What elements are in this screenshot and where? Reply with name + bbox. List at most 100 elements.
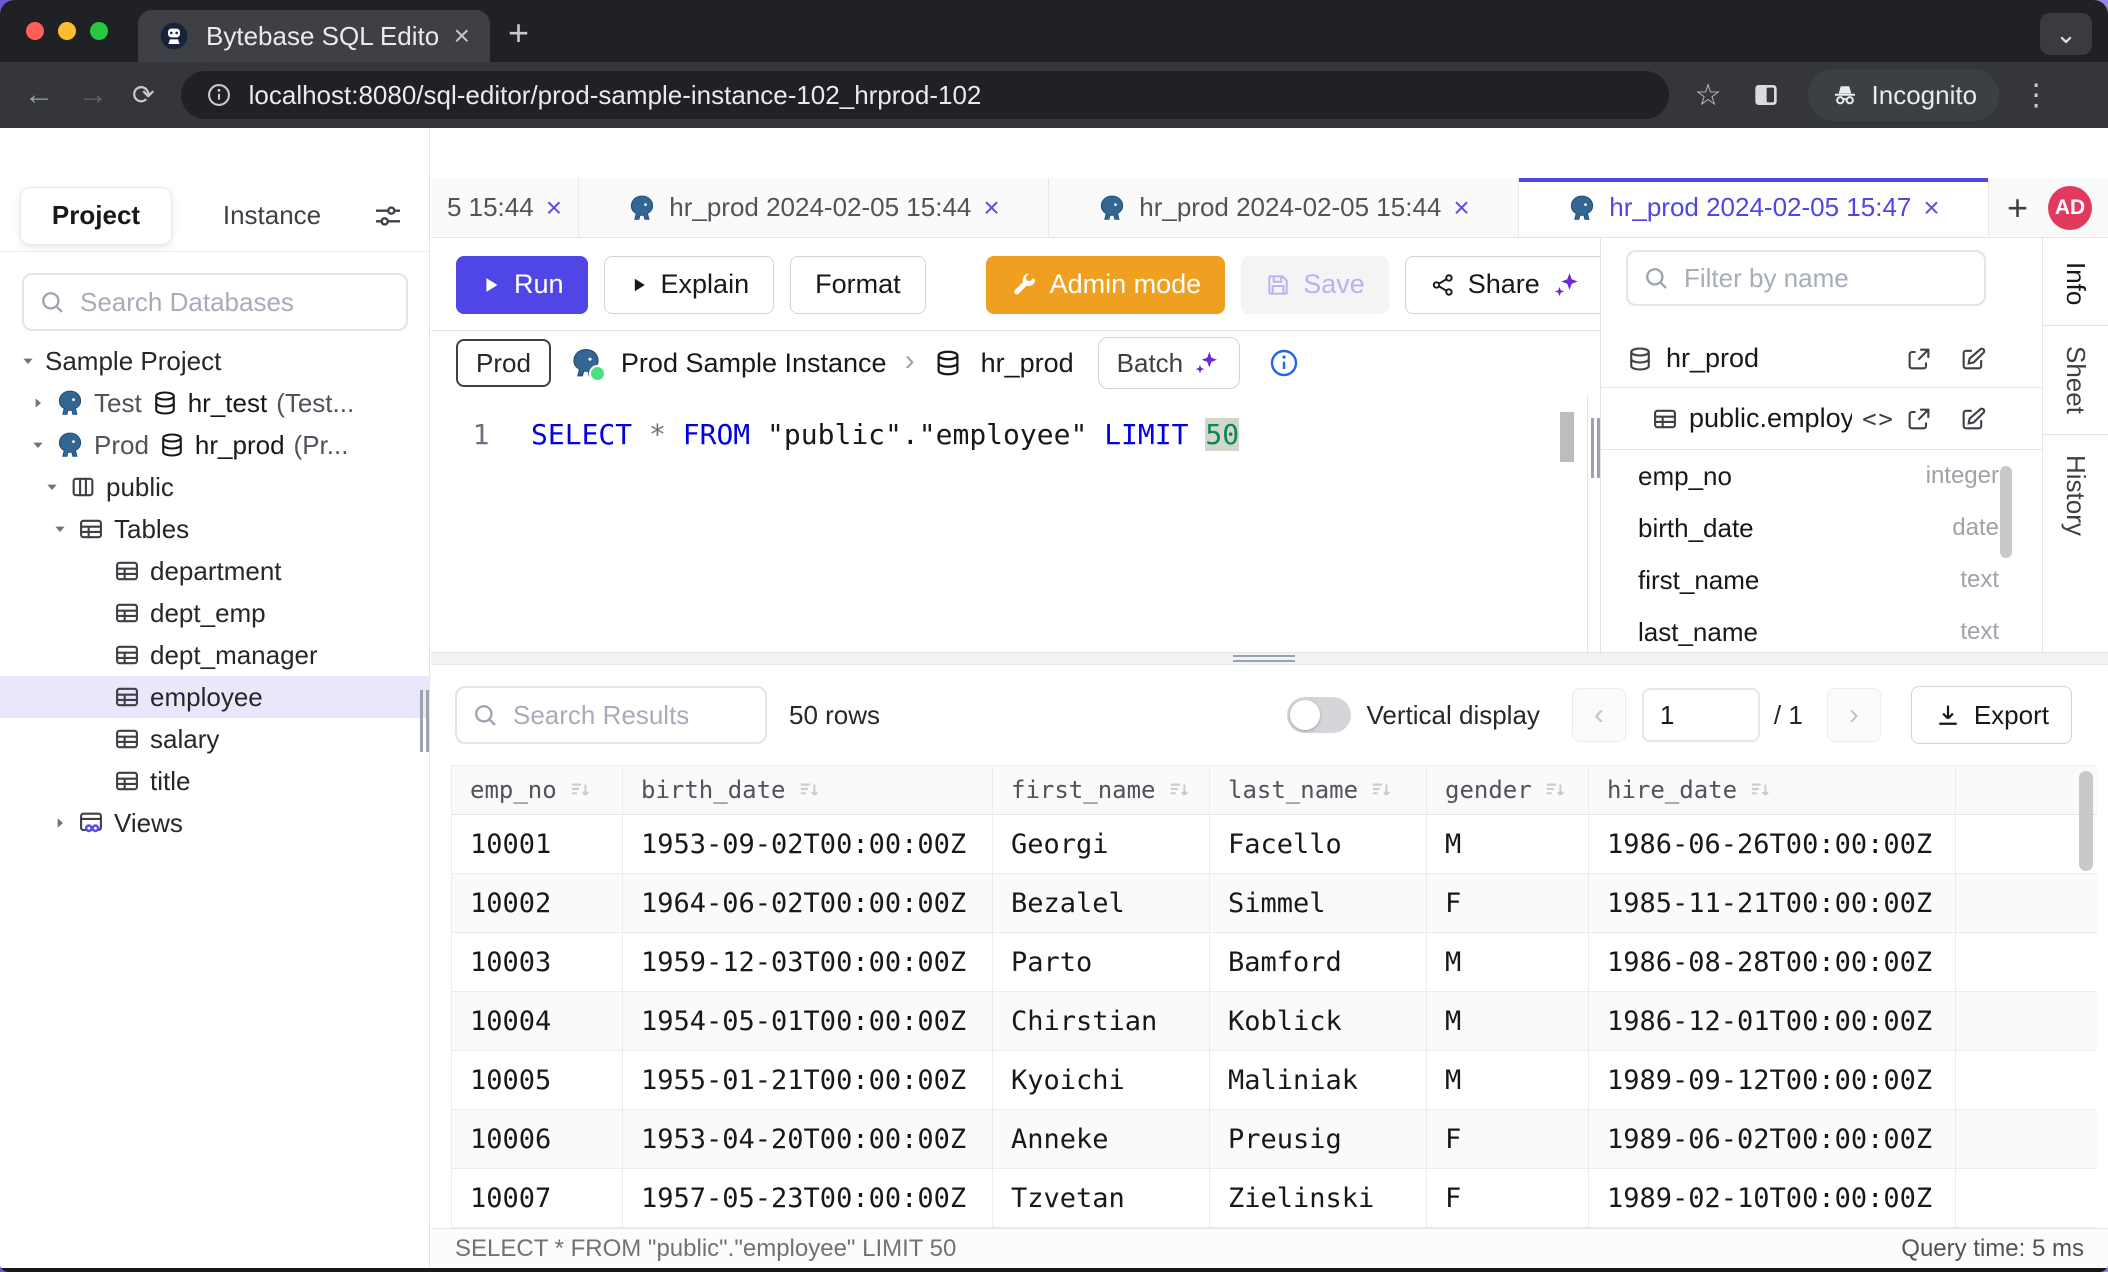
sheet-tab-0[interactable]: 5 15:44×	[431, 178, 579, 237]
table-cell[interactable]: M	[1427, 1051, 1589, 1110]
header-cell-hire_date[interactable]: hire_date	[1589, 765, 1956, 815]
tree-item-Views[interactable]: Views	[0, 802, 430, 844]
sql-editor[interactable]: 1 SELECT * FROM "public"."employee" LIMI…	[431, 395, 1588, 652]
header-cell-gender[interactable]: gender	[1427, 765, 1589, 815]
table-cell[interactable]: 1954-05-01T00:00:00Z	[623, 992, 993, 1051]
tab-search-chevron-button[interactable]: ⌄	[2040, 13, 2092, 55]
table-cell[interactable]: 1986-08-28T00:00:00Z	[1589, 933, 1956, 992]
column-row-birth_date[interactable]: birth_datedate	[1601, 502, 2042, 554]
info-circle-icon[interactable]	[1268, 347, 1300, 379]
database-name[interactable]: hr_prod	[981, 348, 1074, 379]
search-databases-input[interactable]	[78, 286, 392, 319]
results-table-scrollbar[interactable]	[2079, 771, 2093, 871]
column-row-first_name[interactable]: first_nametext	[1601, 554, 2042, 606]
table-cell[interactable]: 10001	[452, 815, 623, 874]
table-cell[interactable]: 1953-09-02T00:00:00Z	[623, 815, 993, 874]
results-search-field[interactable]	[455, 686, 767, 744]
table-cell[interactable]: Bamford	[1210, 933, 1427, 992]
zoom-window-button[interactable]	[90, 22, 108, 40]
table-cell[interactable]: 1955-01-21T00:00:00Z	[623, 1051, 993, 1110]
browser-tab-close-icon[interactable]: ×	[454, 22, 470, 50]
tree-item-department[interactable]: department	[0, 550, 430, 592]
table-cell[interactable]: 10002	[452, 874, 623, 933]
table-cell[interactable]: Tzvetan	[993, 1169, 1210, 1228]
close-icon[interactable]: ×	[983, 192, 999, 224]
new-browser-tab-button[interactable]: +	[508, 12, 529, 54]
header-cell-first_name[interactable]: first_name	[993, 765, 1210, 815]
tree-item-salary[interactable]: salary	[0, 718, 430, 760]
browser-menu-icon[interactable]: ⋮	[2021, 78, 2051, 113]
table-cell[interactable]: F	[1427, 1110, 1589, 1169]
filter-settings-icon[interactable]	[372, 200, 404, 232]
table-cell[interactable]: Facello	[1210, 815, 1427, 874]
reload-icon[interactable]: ⟳	[132, 80, 155, 111]
database-search[interactable]	[22, 273, 408, 331]
table-cell[interactable]: 10003	[452, 933, 623, 992]
code-icon[interactable]: <>	[1862, 405, 1895, 433]
vertical-display-toggle[interactable]	[1287, 697, 1351, 733]
header-cell-emp_no[interactable]: emp_no	[452, 765, 623, 815]
table-cell[interactable]: 1953-04-20T00:00:00Z	[623, 1110, 993, 1169]
table-cell[interactable]: Maliniak	[1210, 1051, 1427, 1110]
close-window-button[interactable]	[26, 22, 44, 40]
table-cell[interactable]: M	[1427, 815, 1589, 874]
column-row-last_name[interactable]: last_nametext	[1601, 606, 2042, 652]
share-button[interactable]: Share	[1405, 256, 1607, 314]
batch-button[interactable]: Batch	[1098, 337, 1241, 389]
table-cell[interactable]: 1959-12-03T00:00:00Z	[623, 933, 993, 992]
rail-tab-history[interactable]: History	[2060, 447, 2091, 544]
sort-icon[interactable]	[796, 777, 822, 803]
export-button[interactable]: Export	[1911, 686, 2072, 744]
bookmark-star-icon[interactable]: ☆	[1695, 78, 1722, 113]
tab-project[interactable]: Project	[20, 187, 172, 245]
prev-page-button[interactable]: ‹	[1572, 688, 1626, 742]
table-cell[interactable]: Kyoichi	[993, 1051, 1210, 1110]
splitter-drag-handle[interactable]	[1233, 655, 1295, 663]
rail-tab-info[interactable]: Info	[2060, 254, 2091, 313]
tree-item-hr_test[interactable]: Testhr_test(Test...	[0, 382, 430, 424]
rail-tab-sheet[interactable]: Sheet	[2060, 338, 2091, 422]
close-icon[interactable]: ×	[546, 192, 562, 224]
table-cell[interactable]: 1957-05-23T00:00:00Z	[623, 1169, 993, 1228]
editor-scrollbar[interactable]	[1560, 412, 1574, 462]
panel-table-row[interactable]: public.employe <>	[1601, 388, 2042, 450]
tree-item-title[interactable]: title	[0, 760, 430, 802]
close-icon[interactable]: ×	[1923, 192, 1939, 224]
caret-right-icon[interactable]	[30, 395, 46, 411]
table-cell[interactable]: Preusig	[1210, 1110, 1427, 1169]
header-cell-birth_date[interactable]: birth_date	[623, 765, 993, 815]
new-sheet-tab-button[interactable]: +	[2007, 187, 2028, 229]
panel-database-row[interactable]: hr_prod	[1601, 330, 2042, 388]
tree-item-public[interactable]: public	[0, 466, 430, 508]
close-icon[interactable]: ×	[1453, 192, 1469, 224]
format-button[interactable]: Format	[790, 256, 926, 314]
caret-down-icon[interactable]	[44, 479, 60, 495]
filter-by-name-input[interactable]	[1682, 262, 1970, 295]
tree-item-dept_emp[interactable]: dept_emp	[0, 592, 430, 634]
table-cell[interactable]: 10005	[452, 1051, 623, 1110]
avatar[interactable]: AD	[2048, 186, 2092, 230]
sort-icon[interactable]	[1368, 777, 1394, 803]
table-cell[interactable]: 1985-11-21T00:00:00Z	[1589, 874, 1956, 933]
table-cell[interactable]: 10004	[452, 992, 623, 1051]
column-list-scrollbar[interactable]	[2000, 466, 2012, 558]
sheet-tab-1[interactable]: hr_prod 2024-02-05 15:44×	[579, 178, 1049, 237]
header-cell-last_name[interactable]: last_name	[1210, 765, 1427, 815]
page-number-input[interactable]	[1642, 688, 1760, 742]
table-cell[interactable]: Bezalel	[993, 874, 1210, 933]
tree-item-Sample Project[interactable]: Sample Project	[0, 340, 430, 382]
sort-icon[interactable]	[1747, 777, 1773, 803]
table-cell[interactable]: Zielinski	[1210, 1169, 1427, 1228]
browser-tab[interactable]: Bytebase SQL Editor ×	[138, 10, 490, 62]
panel-resize-handle[interactable]	[1591, 418, 1600, 478]
site-info-icon[interactable]	[205, 81, 233, 109]
table-cell[interactable]: Georgi	[993, 815, 1210, 874]
forward-icon[interactable]: →	[78, 78, 108, 112]
table-cell[interactable]: Anneke	[993, 1110, 1210, 1169]
table-cell[interactable]: M	[1427, 992, 1589, 1051]
column-row-emp_no[interactable]: emp_nointeger	[1601, 450, 2042, 502]
table-cell[interactable]: Parto	[993, 933, 1210, 992]
sheet-tab-2[interactable]: hr_prod 2024-02-05 15:44×	[1049, 178, 1519, 237]
ai-sparkle-icon[interactable]	[1552, 270, 1582, 300]
filter-field[interactable]	[1626, 250, 1986, 306]
